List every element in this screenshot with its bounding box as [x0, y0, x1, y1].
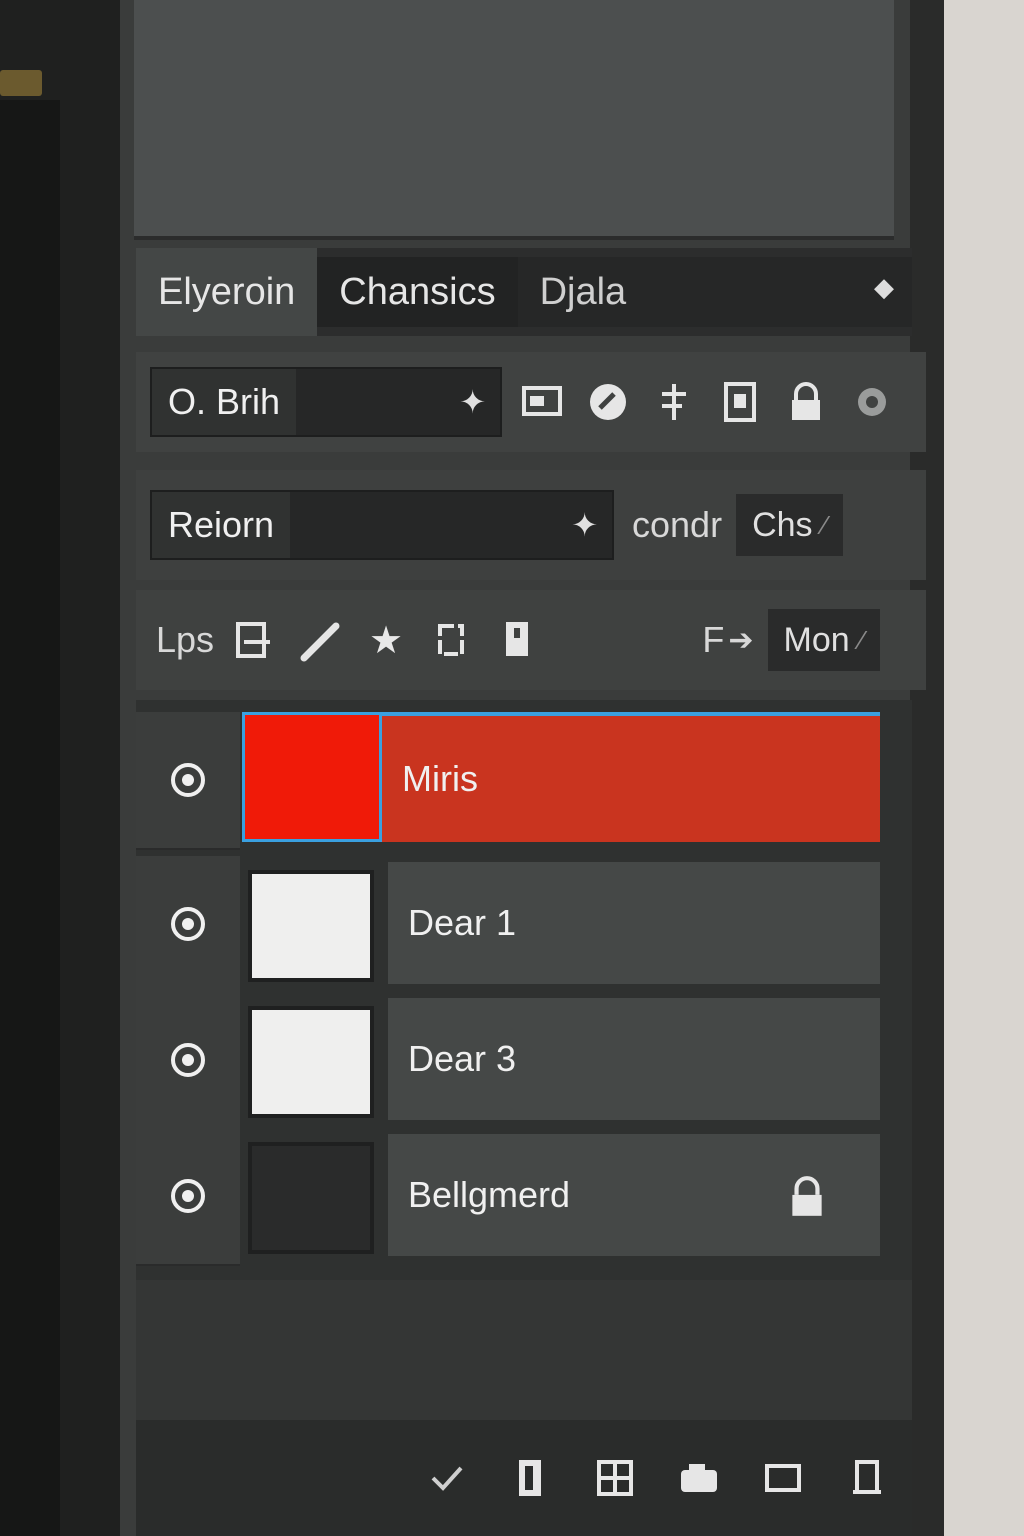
new-layer-icon[interactable]	[758, 1453, 808, 1503]
monitor-frame	[910, 0, 944, 1536]
fill-label: F	[702, 619, 725, 660]
layer-name: Bellgmerd	[408, 1174, 571, 1215]
layer-thumbnail	[242, 712, 382, 842]
group-icon[interactable]	[674, 1453, 724, 1503]
chevron-down-icon: ✦	[459, 384, 486, 420]
tab-layers[interactable]: Elyeroin	[136, 248, 318, 336]
blend-row: O. Brih ✦	[136, 352, 926, 452]
locks-label: Lps	[156, 619, 215, 660]
visibility-icon[interactable]	[136, 1128, 240, 1266]
blend-mode-value: O. Brih	[152, 369, 297, 435]
tab-paths[interactable]: Djala	[517, 257, 912, 327]
layer-name-area[interactable]: Bellgmerd	[388, 1134, 880, 1256]
blend-mode-select[interactable]: O. Brih ✦	[150, 367, 502, 437]
artboard-icon[interactable]	[426, 614, 478, 666]
chevron-down-icon: ✦	[571, 507, 598, 543]
visibility-icon[interactable]	[136, 712, 240, 850]
fx-icon[interactable]	[506, 1453, 556, 1503]
layer-thumbnail	[248, 870, 374, 982]
layers-list: Miris Dear 1 Dear 3 Bellgmerd	[136, 700, 912, 1280]
layers-empty-area	[136, 1280, 912, 1420]
reference-select[interactable]: Reiorn ✦	[150, 490, 614, 560]
reference-label: condr	[632, 504, 723, 545]
layer-thumbnail	[248, 1006, 374, 1118]
chevron-icon: ⁄	[822, 509, 827, 540]
layer-row[interactable]: Dear 1	[136, 856, 912, 994]
lock-icon[interactable]	[784, 1174, 830, 1220]
layer-name: Miris	[402, 758, 478, 799]
canvas-area	[134, 0, 894, 240]
pin-icon[interactable]	[582, 376, 634, 428]
layer-name-area[interactable]: Dear 3	[388, 998, 880, 1120]
chevron-icon: ⁄	[859, 624, 864, 655]
layer-row[interactable]: Dear 3	[136, 992, 912, 1130]
layer-row[interactable]: Bellgmerd	[136, 1128, 912, 1266]
reference-chip-label: Chs	[752, 505, 813, 544]
star-icon[interactable]: ★	[360, 614, 412, 666]
locks-row: Lps ★ F ➔ Mon ⁄	[136, 590, 926, 690]
bezel-sticker	[0, 70, 42, 96]
delete-icon[interactable]	[842, 1453, 892, 1503]
reference-value: Reiorn	[152, 492, 291, 558]
arrow-right-icon: ➔	[728, 623, 754, 657]
lock-transparent-icon[interactable]	[228, 614, 280, 666]
image-icon[interactable]	[516, 376, 568, 428]
link-icon[interactable]	[422, 1453, 472, 1503]
lock-icon[interactable]	[780, 376, 832, 428]
brush-icon[interactable]	[294, 614, 346, 666]
monitor-bezel-inner	[0, 100, 60, 1536]
adjust-icon[interactable]	[648, 376, 700, 428]
layer-thumbnail	[248, 1142, 374, 1254]
panel-menu-icon[interactable]: ◆	[874, 274, 894, 300]
layers-panel: Elyeroin Chansics Djala ◆ O. Brih ✦ Reio…	[120, 0, 926, 1536]
reference-chip[interactable]: Chs ⁄	[736, 494, 843, 556]
lock-all-icon[interactable]	[492, 614, 544, 666]
layer-name: Dear 1	[408, 902, 517, 943]
reference-row: Reiorn ✦ condr Chs ⁄	[136, 470, 926, 580]
layers-bottom-toolbar	[136, 1420, 912, 1536]
settings-icon[interactable]	[846, 376, 898, 428]
background-wall	[944, 0, 1024, 1536]
tab-channels[interactable]: Chansics	[317, 257, 518, 327]
fill-chip-label: Mon	[783, 620, 850, 659]
frame-icon[interactable]	[714, 376, 766, 428]
layer-name-area[interactable]: Dear 1	[388, 862, 880, 984]
layer-row[interactable]: Miris	[136, 712, 912, 850]
visibility-icon[interactable]	[136, 856, 240, 994]
layer-name: Dear 3	[408, 1038, 517, 1079]
mask-icon[interactable]	[590, 1453, 640, 1503]
layer-name-area[interactable]: Miris	[382, 712, 880, 842]
visibility-icon[interactable]	[136, 992, 240, 1130]
fill-chip[interactable]: Mon ⁄	[767, 609, 880, 671]
panel-tabs: Elyeroin Chansics Djala ◆	[136, 248, 912, 336]
